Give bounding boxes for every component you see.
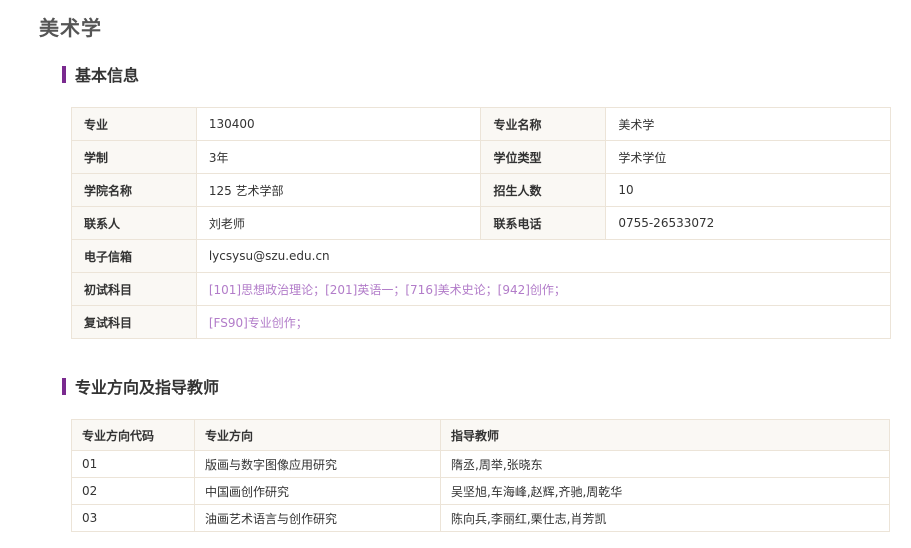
info-row: 学院名称 125 艺术学部 招生人数 10 bbox=[71, 173, 891, 207]
contact-label: 联系人 bbox=[71, 206, 197, 240]
major-code-value: 130400 bbox=[195, 107, 482, 141]
info-row: 复试科目 [FS90]专业创作； bbox=[71, 305, 892, 339]
direction-code: 01 bbox=[71, 450, 195, 478]
direction-advisors: 陈向兵,李丽红,栗仕志,肖芳凯 bbox=[440, 504, 890, 532]
info-row: 学制 3年 学位类型 学术学位 bbox=[71, 140, 891, 174]
section-accent-bar bbox=[62, 377, 66, 395]
table-header-row: 专业方向代码 专业方向 指导教师 bbox=[71, 419, 890, 451]
phone-label: 联系电话 bbox=[480, 206, 607, 240]
prelim-subjects-label: 初试科目 bbox=[71, 272, 197, 306]
college-value: 125 艺术学部 bbox=[195, 173, 482, 207]
retest-subjects-link[interactable]: [FS90]专业创作； bbox=[195, 305, 892, 339]
major-name-label: 专业名称 bbox=[480, 107, 607, 141]
table-row: 01 版画与数字图像应用研究 隋丞,周举,张晓东 bbox=[71, 450, 890, 478]
page-title: 美术学 bbox=[39, 16, 102, 40]
duration-label: 学制 bbox=[71, 140, 197, 174]
direction-advisors: 吴坚旭,车海峰,赵辉,齐驰,周乾华 bbox=[440, 477, 890, 505]
info-row: 联系人 刘老师 联系电话 0755-26533072 bbox=[71, 206, 891, 240]
degree-type-label: 学位类型 bbox=[480, 140, 607, 174]
contact-value: 刘老师 bbox=[195, 206, 482, 240]
direction-name: 油画艺术语言与创作研究 bbox=[194, 504, 441, 532]
phone-value: 0755-26533072 bbox=[605, 206, 891, 240]
header-direction-code: 专业方向代码 bbox=[71, 419, 195, 451]
direction-name: 版画与数字图像应用研究 bbox=[194, 450, 441, 478]
header-advisors: 指导教师 bbox=[440, 419, 890, 451]
email-label: 电子信箱 bbox=[71, 239, 197, 273]
direction-code: 02 bbox=[71, 477, 195, 505]
info-row: 电子信箱 lycsysu@szu.edu.cn bbox=[71, 239, 892, 273]
major-code-label: 专业 bbox=[71, 107, 197, 141]
retest-subjects-label: 复试科目 bbox=[71, 305, 197, 339]
section-title-text: 专业方向及指导教师 bbox=[75, 378, 220, 397]
direction-advisors: 隋丞,周举,张晓东 bbox=[440, 450, 890, 478]
section-title-directions: 专业方向及指导教师 bbox=[62, 377, 220, 397]
header-direction-name: 专业方向 bbox=[194, 419, 441, 451]
direction-name: 中国画创作研究 bbox=[194, 477, 441, 505]
section-title-text: 基本信息 bbox=[75, 66, 140, 85]
email-value: lycsysu@szu.edu.cn bbox=[195, 239, 892, 273]
duration-value: 3年 bbox=[195, 140, 482, 174]
major-name-value: 美术学 bbox=[605, 107, 891, 141]
enrollment-label: 招生人数 bbox=[480, 173, 607, 207]
table-row: 03 油画艺术语言与创作研究 陈向兵,李丽红,栗仕志,肖芳凯 bbox=[71, 504, 890, 532]
section-title-basic-info: 基本信息 bbox=[62, 65, 140, 85]
degree-type-value: 学术学位 bbox=[605, 140, 891, 174]
college-label: 学院名称 bbox=[71, 173, 197, 207]
info-row: 专业 130400 专业名称 美术学 bbox=[71, 107, 891, 141]
directions-table: 专业方向代码 专业方向 指导教师 01 版画与数字图像应用研究 隋丞,周举,张晓… bbox=[71, 419, 890, 532]
enrollment-value: 10 bbox=[605, 173, 891, 207]
section-accent-bar bbox=[62, 65, 66, 83]
basic-info-table: 专业 130400 专业名称 美术学 学制 3年 学位类型 学术学位 学院名称 … bbox=[71, 107, 892, 339]
table-row: 02 中国画创作研究 吴坚旭,车海峰,赵辉,齐驰,周乾华 bbox=[71, 477, 890, 505]
direction-code: 03 bbox=[71, 504, 195, 532]
prelim-subjects-link[interactable]: [101]思想政治理论；[201]英语一；[716]美术史论；[942]创作； bbox=[195, 272, 892, 306]
info-row: 初试科目 [101]思想政治理论；[201]英语一；[716]美术史论；[942… bbox=[71, 272, 892, 306]
